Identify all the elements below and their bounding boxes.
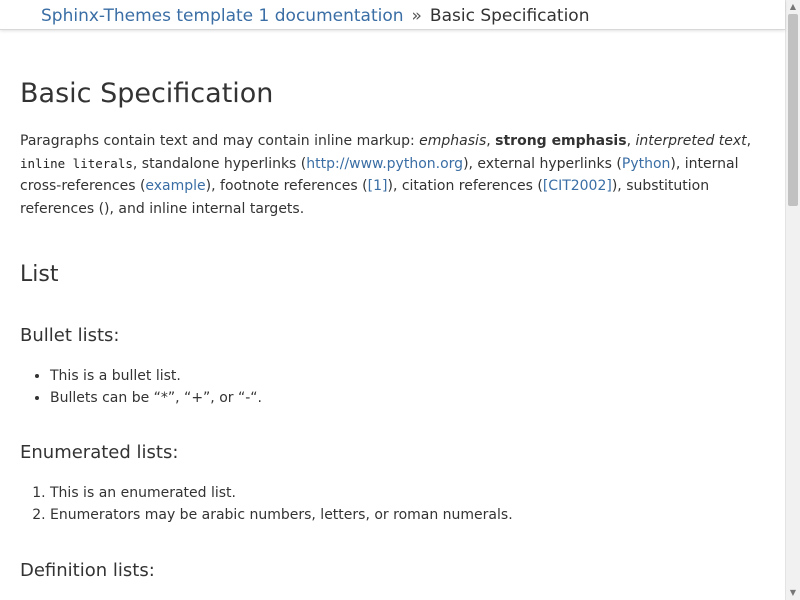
para-text: ), citation references ( [387, 178, 543, 194]
para-interpreted-text: interpreted text [635, 133, 747, 149]
breadcrumb-home-link[interactable]: Sphinx-Themes template 1 documentation [41, 6, 404, 26]
bullet-list: This is a bullet list. Bullets can be “*… [20, 365, 262, 409]
top-navigation-bar: Sphinx-Themes template 1 documentation » B… [0, 0, 785, 30]
para-text: ), footnote references ( [205, 178, 368, 194]
python-url-link[interactable]: http://www.python.org [306, 156, 463, 172]
para-emphasis: emphasis [419, 133, 487, 149]
intro-paragraph: Paragraphs contain text and may contain … [20, 130, 762, 220]
python-link[interactable]: Python [622, 156, 671, 172]
page-title: Basic Specification [20, 78, 274, 109]
para-text: , standalone hyperlinks ( [132, 155, 307, 172]
para-inline-literal: inline literals [20, 155, 133, 171]
vertical-scrollbar[interactable]: ▲ ▼ [785, 0, 800, 600]
para-text: Paragraphs contain text and may contain … [20, 133, 420, 149]
breadcrumb-current: Basic Specification [429, 6, 590, 26]
footnote-link[interactable]: [1] [368, 178, 388, 194]
list-item: This is an enumerated list. [50, 482, 513, 504]
list-item: Bullets can be “*”, “+”, or “-“. [50, 387, 262, 409]
example-link[interactable]: example [145, 178, 205, 194]
definition-lists-heading: Definition lists: [20, 560, 155, 581]
breadcrumb: Sphinx-Themes template 1 documentation » B… [41, 5, 589, 27]
bullet-lists-heading: Bullet lists: [20, 325, 120, 346]
para-text: , [746, 133, 752, 149]
triangle-down-icon[interactable]: ▼ [786, 586, 800, 600]
list-item: Enumerators may be arabic numbers, lette… [50, 504, 513, 526]
list-heading: List [20, 262, 59, 287]
para-strong: strong emphasis [495, 133, 627, 149]
breadcrumb-separator: » [411, 6, 422, 26]
triangle-up-icon[interactable]: ▲ [786, 0, 800, 14]
citation-link[interactable]: [CIT2002] [543, 178, 612, 194]
para-text: , [486, 133, 496, 149]
para-text: ), external hyperlinks ( [463, 155, 622, 172]
enumerated-list: This is an enumerated list. Enumerators … [20, 482, 513, 526]
list-item: This is a bullet list. [50, 365, 262, 387]
scrollbar-thumb[interactable] [788, 14, 798, 206]
enumerated-lists-heading: Enumerated lists: [20, 442, 179, 463]
